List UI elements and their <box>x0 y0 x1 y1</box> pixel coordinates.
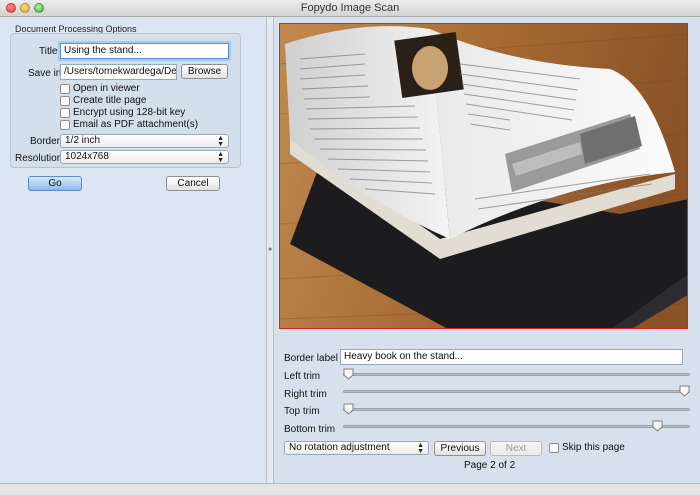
book-photo <box>280 24 687 328</box>
left-trim-slider-thumb[interactable] <box>343 368 354 380</box>
resolution-select[interactable]: 1024x768 ▲ ▼ <box>60 150 229 164</box>
updown-arrows-icon: ▲ ▼ <box>217 135 224 148</box>
next-button[interactable]: Next <box>490 441 542 456</box>
border-label-caption: Border label <box>284 353 338 364</box>
save-path-field[interactable]: /Users/tomekwardega/De <box>60 64 177 80</box>
top-trim-slider[interactable] <box>343 408 690 411</box>
app-window: Fopydo Image Scan ● Document Processing … <box>0 0 700 495</box>
skip-page-checkbox[interactable] <box>549 443 559 453</box>
window-title: Fopydo Image Scan <box>300 2 400 14</box>
border-label-field[interactable]: Heavy book on the stand... <box>340 349 683 365</box>
border-label: Border <box>30 136 61 147</box>
encrypt-label: Encrypt using 128-bit key <box>73 107 186 118</box>
bottom-trim-label: Bottom trim <box>284 424 336 435</box>
left-trim-label: Left trim <box>284 371 321 382</box>
top-trim-label: Top trim <box>284 406 320 417</box>
updown-arrows-icon: ▲ ▼ <box>217 151 224 164</box>
resolution-select-value: 1024x768 <box>65 151 109 162</box>
border-select-value: 1/2 inch <box>65 135 101 146</box>
encrypt-option[interactable]: Encrypt using 128-bit key <box>60 107 230 119</box>
go-button[interactable]: Go <box>28 176 82 191</box>
encrypt-checkbox[interactable] <box>60 108 70 118</box>
skip-page-label: Skip this page <box>562 442 625 453</box>
page-indicator: Page 2 of 2 <box>464 460 516 471</box>
rotation-select[interactable]: No rotation adjustment ▲ ▼ <box>284 441 429 455</box>
split-grip-icon[interactable]: ● <box>268 246 272 253</box>
title-bar: Fopydo Image Scan <box>0 0 700 17</box>
open-in-viewer-label: Open in viewer <box>73 83 140 94</box>
page-preview-image <box>279 23 688 329</box>
resolution-label: Resolution <box>15 153 63 164</box>
right-trim-slider[interactable] <box>343 390 690 393</box>
title-label: Title <box>39 46 58 57</box>
open-in-viewer-option[interactable]: Open in viewer <box>60 83 220 95</box>
email-pdf-checkbox[interactable] <box>60 120 70 130</box>
browse-button[interactable]: Browse <box>181 64 228 79</box>
skip-page-option[interactable]: Skip this page <box>549 442 659 454</box>
bottom-trim-slider[interactable] <box>343 425 690 428</box>
save-in-label: Save in <box>28 68 62 79</box>
border-select[interactable]: 1/2 inch ▲ ▼ <box>60 134 229 148</box>
create-title-page-option[interactable]: Create title page <box>60 95 220 107</box>
email-pdf-label: Email as PDF attachment(s) <box>73 119 199 130</box>
rotation-select-value: No rotation adjustment <box>289 442 390 453</box>
status-bar <box>0 483 700 495</box>
bottom-trim-slider-thumb[interactable] <box>652 420 663 432</box>
left-trim-slider[interactable] <box>343 373 690 376</box>
title-field[interactable]: Using the stand... <box>60 43 229 59</box>
cancel-button[interactable]: Cancel <box>166 176 220 191</box>
open-in-viewer-checkbox[interactable] <box>60 84 70 94</box>
create-title-page-label: Create title page <box>73 95 147 106</box>
create-title-page-checkbox[interactable] <box>60 96 70 106</box>
right-trim-label: Right trim <box>284 389 327 400</box>
right-trim-slider-thumb[interactable] <box>679 385 690 397</box>
email-pdf-option[interactable]: Email as PDF attachment(s) <box>60 119 235 131</box>
previous-button[interactable]: Previous <box>434 441 486 456</box>
updown-arrows-icon: ▲ ▼ <box>417 442 424 455</box>
top-trim-slider-thumb[interactable] <box>343 403 354 415</box>
